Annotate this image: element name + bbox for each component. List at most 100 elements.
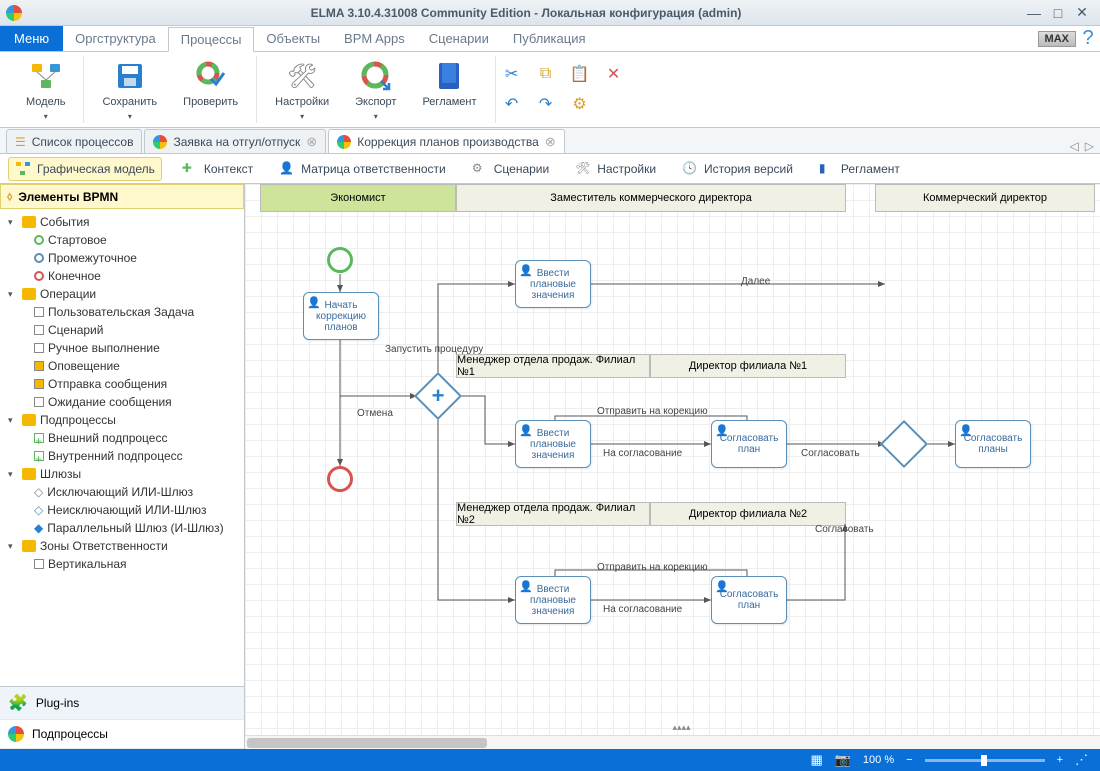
tree-vertical-lane[interactable]: Вертикальная	[2, 555, 242, 573]
lane-economist[interactable]: Экономист	[260, 184, 456, 212]
menu-objects[interactable]: Объекты	[254, 26, 332, 51]
lane-commercial[interactable]: Коммерческий директор	[875, 184, 1095, 212]
delete-icon[interactable]: ✕	[604, 64, 624, 84]
close-button[interactable]: ✕	[1070, 4, 1094, 22]
tree-or-gw[interactable]: ◇Неисключающий ИЛИ-Шлюз	[2, 501, 242, 519]
doctab-process-list[interactable]: ☰ Список процессов	[6, 129, 142, 153]
tree-wait[interactable]: Ожидание сообщения	[2, 393, 242, 411]
reglament-button[interactable]: Регламент	[418, 58, 480, 110]
end-event[interactable]	[327, 466, 353, 492]
lane-deputy[interactable]: Заместитель коммерческого директора	[456, 184, 846, 212]
task-enter-plan-1[interactable]: 👤Ввести плановые значения	[515, 420, 591, 468]
tree-ext-sub[interactable]: +Внешний подпроцесс	[2, 429, 242, 447]
task-enter-plan-2[interactable]: 👤Ввести плановые значения	[515, 576, 591, 624]
grid-icon[interactable]: ▦	[810, 752, 822, 768]
paste-icon[interactable]: 📋	[570, 64, 590, 84]
menu-scenarios[interactable]: Сценарии	[417, 26, 501, 51]
tree-notify[interactable]: Оповещение	[2, 357, 242, 375]
tree-events[interactable]: ▾События	[2, 213, 242, 231]
label-launch: Запустить процедуру	[385, 344, 483, 355]
tree-xor-gw[interactable]: ◇Исключающий ИЛИ-Шлюз	[2, 483, 242, 501]
tree-subprocesses[interactable]: ▾Подпроцессы	[2, 411, 242, 429]
task-start-correction[interactable]: 👤Начать коррекцию планов	[303, 292, 379, 340]
gear-icon[interactable]: ⚙	[570, 94, 590, 114]
doctab-close-icon[interactable]: ⊗	[306, 134, 317, 150]
resize-grip-icon[interactable]: ⋰	[1075, 752, 1088, 768]
vtab-context[interactable]: ✚ Контекст	[176, 158, 259, 180]
parallel-gateway-1[interactable]: +	[414, 372, 462, 420]
book-icon	[433, 60, 465, 92]
tree-user-task[interactable]: Пользовательская Задача	[2, 303, 242, 321]
camera-icon[interactable]: 📷	[835, 752, 851, 768]
copy-icon[interactable]: ⧉	[536, 64, 556, 84]
label-agree-1: Согласовать	[801, 448, 860, 459]
scrollbar-thumb[interactable]	[247, 738, 487, 748]
bpmn-canvas[interactable]: Экономист Заместитель коммерческого дире…	[245, 184, 1100, 744]
main-area: ⬨ Элементы BPMN ▾События Стартовое Проме…	[0, 184, 1100, 749]
clock-icon: 🕓	[682, 161, 698, 177]
puzzle-icon: ✚	[182, 161, 198, 177]
cut-icon[interactable]: ✂	[502, 64, 522, 84]
label-to-agreement-1: На согласование	[603, 448, 682, 459]
collapse-handle-icon[interactable]: ▴▴▴▴	[673, 722, 691, 733]
sidebar-plugins[interactable]: 🧩 Plug-ins	[0, 687, 244, 720]
vtab-reglament[interactable]: ▮ Регламент	[813, 158, 906, 180]
minimize-button[interactable]: —	[1022, 4, 1046, 22]
ring-icon	[337, 135, 351, 149]
undo-icon[interactable]: ↶	[502, 94, 522, 114]
task-enter-plan-top[interactable]: 👤Ввести плановые значения	[515, 260, 591, 308]
settings-button[interactable]: 🛠 Настройки ▾	[271, 58, 333, 123]
parallel-gateway-2[interactable]	[880, 420, 928, 468]
vtab-history[interactable]: 🕓 История версий	[676, 158, 799, 180]
help-button[interactable]: ?	[1076, 26, 1100, 51]
sublane-dir1[interactable]: Директор филиала №1	[650, 354, 846, 378]
task-agree-plan-2[interactable]: 👤Согласовать план	[711, 576, 787, 624]
menu-publication[interactable]: Публикация	[501, 26, 598, 51]
model-button[interactable]: Модель ▾	[22, 58, 69, 123]
horizontal-scrollbar[interactable]	[245, 735, 1100, 749]
task-agree-plans[interactable]: 👤Согласовать планы	[955, 420, 1031, 468]
sidebar-subprocesses[interactable]: Подпроцессы	[0, 720, 244, 749]
tree-and-gw[interactable]: ◆Параллельный Шлюз (И-Шлюз)	[2, 519, 242, 537]
menu-orgstructure[interactable]: Оргструктура	[63, 26, 168, 51]
check-button[interactable]: Проверить	[179, 58, 242, 110]
tab-nav-right-icon[interactable]: ▷	[1085, 139, 1094, 153]
tree-start-event[interactable]: Стартовое	[2, 231, 242, 249]
vtab-settings[interactable]: 🛠 Настройки	[569, 158, 662, 180]
tree-int-sub[interactable]: +Внутренний подпроцесс	[2, 447, 242, 465]
sublane-mgr1[interactable]: Менеджер отдела продаж. Филиал №1	[456, 354, 650, 378]
zoom-in-button[interactable]: +	[1057, 754, 1063, 766]
start-event[interactable]	[327, 247, 353, 273]
doctab-vacation[interactable]: Заявка на отгул/отпуск ⊗	[144, 129, 326, 153]
doctab-close-icon[interactable]: ⊗	[545, 134, 556, 150]
bpmn-tree[interactable]: ▾События Стартовое Промежуточное Конечно…	[0, 209, 244, 686]
sublane-mgr2[interactable]: Менеджер отдела продаж. Филиал №2	[456, 502, 650, 526]
tree-send[interactable]: Отправка сообщения	[2, 375, 242, 393]
vtab-graphic[interactable]: Графическая модель	[8, 157, 162, 181]
export-button[interactable]: Экспорт ▾	[351, 58, 400, 123]
menu-bpmapps[interactable]: BPM Apps	[332, 26, 417, 51]
tree-end-event[interactable]: Конечное	[2, 267, 242, 285]
clipboard-tools: ✂ ⧉ 📋 ✕ ↶ ↷ ⚙	[496, 56, 632, 124]
diagram-icon	[15, 161, 31, 177]
sublane-dir2[interactable]: Директор филиала №2	[650, 502, 846, 526]
zoom-out-button[interactable]: −	[906, 754, 912, 766]
menu-button[interactable]: Меню	[0, 26, 63, 51]
save-button[interactable]: Сохранить ▾	[98, 58, 161, 123]
tree-lanes[interactable]: ▾Зоны Ответственности	[2, 537, 242, 555]
tree-operations[interactable]: ▾Операции	[2, 285, 242, 303]
tree-gateways[interactable]: ▾Шлюзы	[2, 465, 242, 483]
tree-manual[interactable]: Ручное выполнение	[2, 339, 242, 357]
doctab-correction[interactable]: Коррекция планов производства ⊗	[328, 129, 565, 153]
vtab-matrix[interactable]: 👤 Матрица ответственности	[273, 158, 452, 180]
tab-nav-left-icon[interactable]: ◁	[1070, 139, 1079, 153]
canvas-viewport[interactable]: Экономист Заместитель коммерческого дире…	[245, 184, 1100, 749]
menu-processes[interactable]: Процессы	[168, 27, 255, 52]
tree-script[interactable]: Сценарий	[2, 321, 242, 339]
vtab-scenarios[interactable]: ⚙ Сценарии	[466, 158, 555, 180]
tree-intermediate-event[interactable]: Промежуточное	[2, 249, 242, 267]
maximize-button[interactable]: □	[1046, 4, 1070, 22]
redo-icon[interactable]: ↷	[536, 94, 556, 114]
zoom-slider[interactable]	[925, 759, 1045, 762]
task-agree-plan-1[interactable]: 👤Согласовать план	[711, 420, 787, 468]
